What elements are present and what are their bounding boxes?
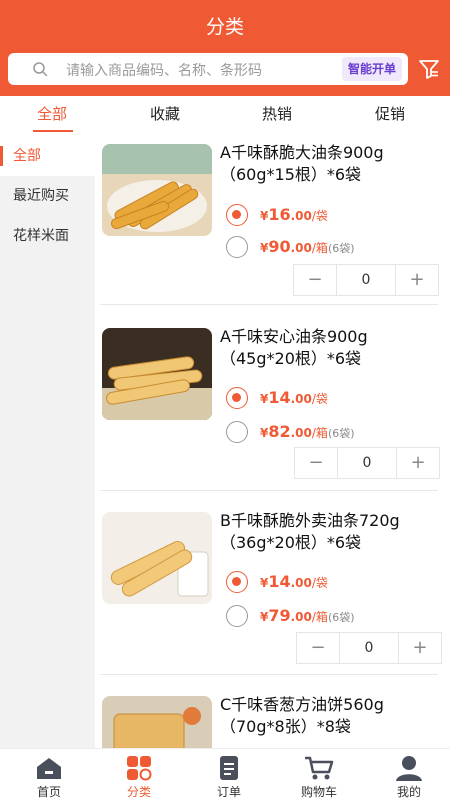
product-image[interactable] <box>102 696 212 748</box>
sidebar-item-label: 全部 <box>13 148 41 164</box>
tab-promo[interactable]: 促销 <box>375 103 405 124</box>
price-text: ¥90.00/箱(6袋) <box>260 237 355 256</box>
header-bar: 分类 请输入商品编码、名称、条形码 智能开单 <box>0 0 450 96</box>
nav-label: 购物车 <box>300 785 337 799</box>
product-card: A千味酥脆大油条900g（60g*15根）*6袋 ¥16.00/袋 ¥90.00… <box>100 140 445 300</box>
filter-icon[interactable] <box>418 58 440 80</box>
tab-all[interactable]: 全部 <box>37 103 67 124</box>
price-radio[interactable] <box>226 571 248 593</box>
decrement-button[interactable]: − <box>297 633 339 663</box>
product-card: B千味酥脆外卖油条720g（36g*20根）*6袋 ¥14.00/袋 ¥79.0… <box>100 508 445 668</box>
price-option[interactable]: ¥14.00/袋 <box>226 570 446 594</box>
price-text: ¥82.00/箱(6袋) <box>260 422 355 441</box>
tab-hot[interactable]: 热销 <box>262 103 292 124</box>
price-text: ¥79.00/箱(6袋) <box>260 606 355 625</box>
nav-profile[interactable]: 我的 <box>364 749 450 801</box>
product-image[interactable] <box>102 328 212 420</box>
increment-button[interactable]: + <box>397 448 439 478</box>
profile-icon <box>396 756 422 781</box>
price-radio[interactable] <box>226 387 248 409</box>
product-card: A千味安心油条900g（45g*20根）*6袋 ¥14.00/袋 ¥82.00/… <box>100 324 445 484</box>
decrement-button[interactable]: − <box>294 265 336 295</box>
tab-favorites[interactable]: 收藏 <box>150 103 180 124</box>
quantity-stepper[interactable]: − 0 + <box>293 264 439 296</box>
price-text: ¥16.00/袋 <box>260 205 328 224</box>
price-option[interactable]: ¥16.00/袋 <box>226 203 446 227</box>
sidebar-active-indicator <box>0 146 3 166</box>
price-radio[interactable] <box>226 605 248 627</box>
product-image[interactable] <box>102 144 212 236</box>
quantity-value[interactable]: 0 <box>336 265 396 295</box>
nav-label: 我的 <box>396 785 421 799</box>
category-tabs: 全部 收藏 热销 促销 <box>0 96 450 136</box>
price-option[interactable]: ¥90.00/箱(6袋) <box>226 235 446 259</box>
home-icon <box>37 758 61 779</box>
category-icon <box>127 756 152 781</box>
price-radio[interactable] <box>226 204 248 226</box>
price-option[interactable]: ¥79.00/箱(6袋) <box>226 604 446 628</box>
price-radio[interactable] <box>226 421 248 443</box>
quantity-value[interactable]: 0 <box>337 448 397 478</box>
bottom-nav: 首页 分类 订单 购物车 我的 <box>0 748 450 800</box>
product-name[interactable]: B千味酥脆外卖油条720g（36g*20根）*6袋 <box>220 510 440 554</box>
order-icon <box>220 756 238 780</box>
cart-icon <box>305 756 334 780</box>
nav-cart[interactable]: 购物车 <box>274 749 364 801</box>
sidebar: 全部 最近购买 花样米面 <box>0 136 95 748</box>
smart-order-button[interactable]: 智能开单 <box>341 57 402 81</box>
search-input[interactable]: 请输入商品编码、名称、条形码 智能开单 <box>8 53 408 85</box>
nav-orders[interactable]: 订单 <box>184 749 274 801</box>
product-card: C千味香葱方油饼560g（70g*8张）*8袋 <box>100 692 445 748</box>
divider <box>100 674 438 675</box>
sidebar-item-label: 花样米面 <box>13 228 69 244</box>
increment-button[interactable]: + <box>396 265 438 295</box>
product-image[interactable] <box>102 512 212 604</box>
nav-category[interactable]: 分类 <box>94 749 184 801</box>
nav-label: 首页 <box>36 785 61 799</box>
price-radio[interactable] <box>226 236 248 258</box>
product-name[interactable]: C千味香葱方油饼560g（70g*8张）*8袋 <box>220 694 440 738</box>
divider <box>100 304 438 305</box>
price-text: ¥14.00/袋 <box>260 388 328 407</box>
quantity-value[interactable]: 0 <box>339 633 399 663</box>
price-text: ¥14.00/袋 <box>260 572 328 591</box>
nav-home[interactable]: 首页 <box>4 749 94 801</box>
increment-button[interactable]: + <box>399 633 441 663</box>
sidebar-item-label: 最近购买 <box>13 188 69 204</box>
product-name[interactable]: A千味安心油条900g（45g*20根）*6袋 <box>220 326 440 370</box>
page-title: 分类 <box>205 16 244 38</box>
search-placeholder: 请输入商品编码、名称、条形码 <box>66 63 262 79</box>
nav-label: 分类 <box>126 785 151 799</box>
divider <box>100 490 438 491</box>
tab-underline <box>33 130 73 132</box>
sidebar-item-noodles[interactable]: 花样米面 <box>0 216 95 256</box>
decrement-button[interactable]: − <box>295 448 337 478</box>
price-option[interactable]: ¥14.00/袋 <box>226 386 446 410</box>
search-icon <box>33 62 48 77</box>
price-option[interactable]: ¥82.00/箱(6袋) <box>226 420 446 444</box>
sidebar-item-all[interactable]: 全部 <box>0 136 95 176</box>
sidebar-item-recent[interactable]: 最近购买 <box>0 176 95 216</box>
nav-label: 订单 <box>216 785 241 799</box>
product-name[interactable]: A千味酥脆大油条900g（60g*15根）*6袋 <box>220 142 440 186</box>
quantity-stepper[interactable]: − 0 + <box>296 632 442 664</box>
quantity-stepper[interactable]: − 0 + <box>294 447 440 479</box>
